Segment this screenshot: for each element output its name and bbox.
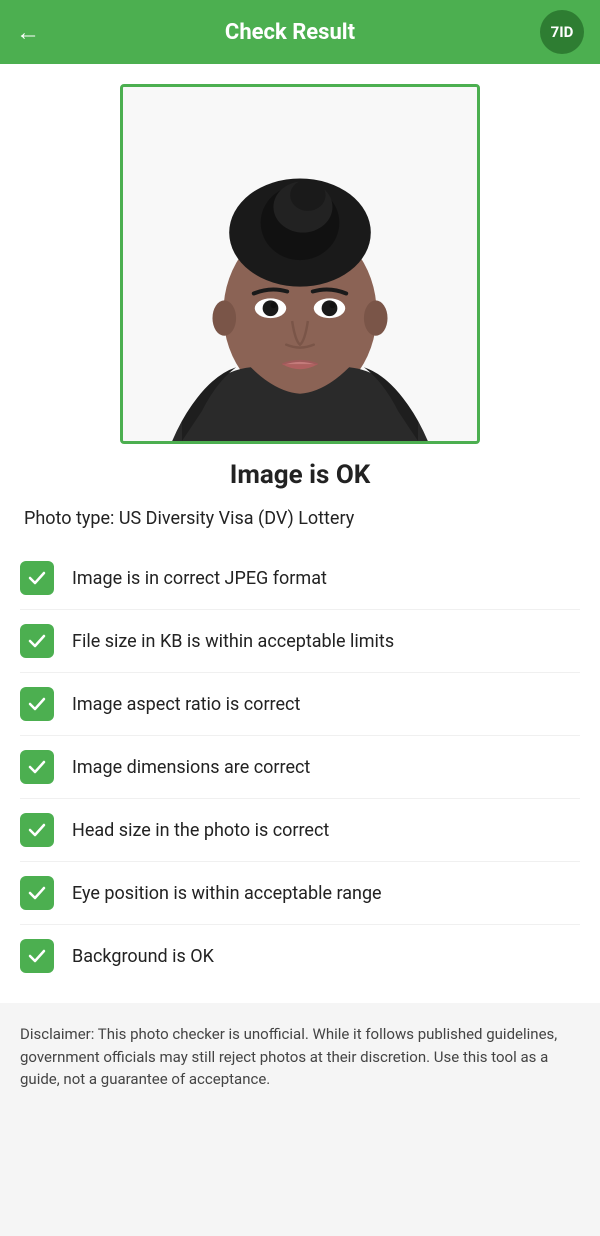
- check-icon-dimensions: [20, 750, 54, 784]
- check-icon-jpeg-format: [20, 561, 54, 595]
- check-label-jpeg-format: Image is in correct JPEG format: [72, 568, 327, 589]
- app-logo: 7ID: [540, 10, 584, 54]
- status-title: Image is OK: [20, 460, 580, 490]
- disclaimer-section: Disclaimer: This photo checker is unoffi…: [0, 1003, 600, 1115]
- check-item-dimensions: Image dimensions are correct: [20, 736, 580, 799]
- checks-list: Image is in correct JPEG format File siz…: [20, 547, 580, 987]
- check-item-head-size: Head size in the photo is correct: [20, 799, 580, 862]
- check-item-aspect-ratio: Image aspect ratio is correct: [20, 673, 580, 736]
- check-label-file-size: File size in KB is within acceptable lim…: [72, 631, 394, 652]
- check-label-eye-position: Eye position is within acceptable range: [72, 883, 382, 904]
- check-item-eye-position: Eye position is within acceptable range: [20, 862, 580, 925]
- passport-photo: [123, 84, 477, 444]
- main-content: Image is OK Photo type: US Diversity Vis…: [0, 64, 600, 1115]
- check-label-background: Background is OK: [72, 946, 214, 967]
- check-icon-aspect-ratio: [20, 687, 54, 721]
- check-item-background: Background is OK: [20, 925, 580, 987]
- check-item-file-size: File size in KB is within acceptable lim…: [20, 610, 580, 673]
- page-title: Check Result: [40, 20, 540, 45]
- check-icon-eye-position: [20, 876, 54, 910]
- photo-frame: [120, 84, 480, 444]
- disclaimer-text: Disclaimer: This photo checker is unoffi…: [20, 1023, 580, 1091]
- check-icon-file-size: [20, 624, 54, 658]
- photo-container: [20, 84, 580, 444]
- back-button[interactable]: ←: [16, 18, 40, 47]
- check-icon-background: [20, 939, 54, 973]
- photo-type-label: Photo type: US Diversity Visa (DV) Lotte…: [20, 508, 580, 529]
- app-header: ← Check Result 7ID: [0, 0, 600, 64]
- check-label-head-size: Head size in the photo is correct: [72, 820, 329, 841]
- check-label-dimensions: Image dimensions are correct: [72, 757, 310, 778]
- check-label-aspect-ratio: Image aspect ratio is correct: [72, 694, 300, 715]
- check-item-jpeg-format: Image is in correct JPEG format: [20, 547, 580, 610]
- check-icon-head-size: [20, 813, 54, 847]
